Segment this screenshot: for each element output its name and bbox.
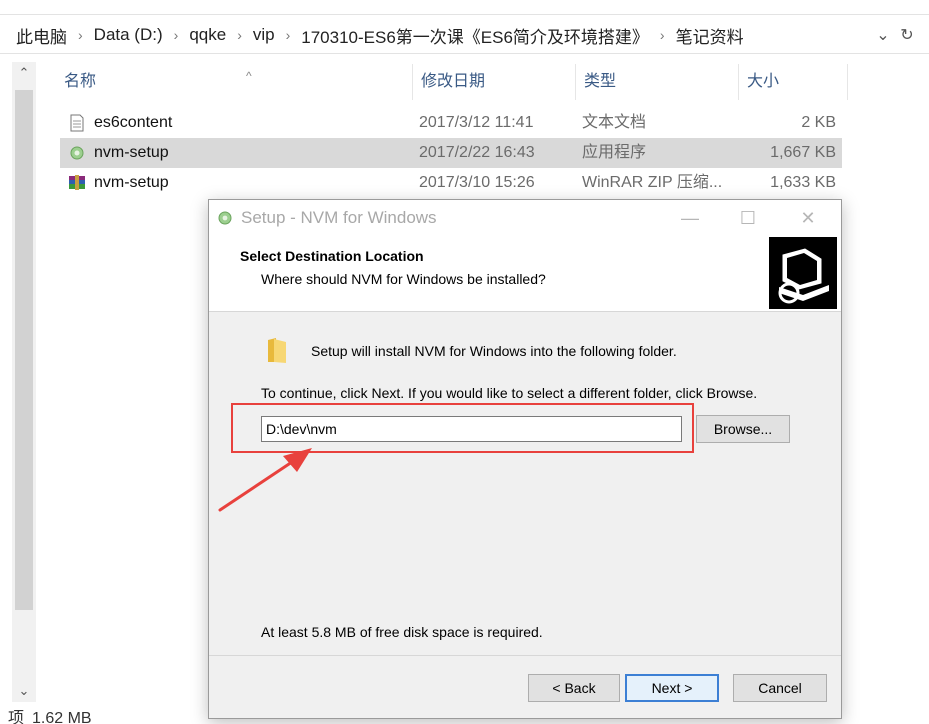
dialog-title-bar[interactable]: Setup - NVM for Windows — ☐ ✕ — [209, 200, 841, 236]
column-header-type-label: 类型 — [584, 73, 617, 90]
cancel-button[interactable]: Cancel — [733, 674, 827, 702]
setup-computer-icon — [769, 237, 837, 309]
breadcrumb-chevron-icon[interactable]: › — [167, 27, 186, 43]
breadcrumb-this-pc[interactable]: 此电脑 — [12, 23, 71, 48]
browse-button[interactable]: Browse... — [696, 415, 790, 443]
status-bar: 项 1.62 MB — [0, 704, 92, 724]
next-button[interactable]: Next > — [625, 674, 719, 702]
file-date: 2017/2/22 16:43 — [419, 144, 535, 161]
status-size: 1.62 MB — [32, 710, 92, 724]
file-name: nvm-setup — [94, 144, 169, 161]
dialog-title: Setup - NVM for Windows — [241, 208, 437, 227]
scrollbar-thumb[interactable] — [15, 90, 33, 610]
status-items-text: 项 — [8, 710, 25, 724]
minimize-icon[interactable]: — — [661, 200, 719, 236]
file-type: 应用程序 — [582, 144, 647, 161]
close-icon[interactable]: ✕ — [779, 200, 837, 236]
scroll-up-icon[interactable]: ⌃ — [12, 62, 36, 84]
file-type: 文本文档 — [582, 114, 647, 131]
column-header-type[interactable]: 类型 — [576, 64, 739, 100]
file-row[interactable]: nvm-setup 2017/2/22 16:43 应用程序 1,667 KB — [60, 138, 842, 168]
breadcrumb-drive-d[interactable]: Data (D:) — [90, 25, 167, 45]
file-size: 1,633 KB — [770, 174, 836, 191]
breadcrumb-qqke[interactable]: qqke — [185, 25, 230, 45]
vertical-scrollbar[interactable]: ⌃ ⌄ — [12, 62, 36, 702]
disk-space-text: At least 5.8 MB of free disk space is re… — [261, 624, 543, 640]
address-bar[interactable]: 此电脑 › Data (D:) › qqke › vip › 170310-ES… — [0, 14, 929, 54]
breadcrumb-chevron-icon[interactable]: › — [230, 27, 249, 43]
breadcrumb-vip[interactable]: vip — [249, 25, 279, 45]
annotation-arrow-icon — [218, 448, 312, 512]
back-button[interactable]: < Back — [528, 674, 620, 702]
refresh-icon[interactable]: ↻ — [896, 23, 918, 47]
nvm-setup-icon — [70, 146, 84, 160]
header-title: Select Destination Location — [240, 248, 424, 264]
breadcrumb-chevron-icon[interactable]: › — [653, 27, 672, 43]
column-header-name-label: 名称 — [64, 73, 97, 90]
breadcrumb-chevron-icon[interactable]: › — [279, 27, 298, 43]
breadcrumb-course-folder[interactable]: 170310-ES6第一次课《ES6简介及环境搭建》 — [297, 23, 653, 48]
header-subtitle: Where should NVM for Windows be installe… — [261, 271, 546, 287]
file-name: es6content — [94, 114, 173, 131]
breadcrumb-chevron-icon[interactable]: › — [71, 27, 90, 43]
file-date: 2017/3/10 15:26 — [419, 174, 535, 191]
continue-instructions-text: To continue, click Next. If you would li… — [261, 385, 758, 401]
file-row[interactable]: es6content 2017/3/12 11:41 文本文档 2 KB — [60, 108, 842, 138]
sort-ascending-icon: ^ — [246, 69, 252, 83]
dialog-header: Select Destination Location Where should… — [209, 236, 841, 312]
column-header-date-label: 修改日期 — [421, 73, 486, 90]
file-date: 2017/3/12 11:41 — [419, 114, 534, 131]
maximize-icon[interactable]: ☐ — [719, 200, 777, 236]
button-area-divider — [209, 655, 841, 656]
column-header-size[interactable]: 大小 — [739, 64, 848, 100]
history-dropdown-icon[interactable]: ⌄ — [872, 23, 894, 47]
column-headers: 名称 ^ 修改日期 类型 大小 — [36, 64, 848, 100]
breadcrumb-notes-folder[interactable]: 笔记资料 — [672, 23, 748, 48]
file-type: WinRAR ZIP 压缩... — [582, 174, 723, 191]
nvm-app-icon — [218, 211, 232, 225]
winrar-archive-icon — [69, 175, 85, 190]
scroll-down-icon[interactable]: ⌄ — [12, 680, 36, 702]
breadcrumb: 此电脑 › Data (D:) › qqke › vip › 170310-ES… — [12, 15, 748, 55]
folder-icon — [268, 338, 286, 363]
file-name: nvm-setup — [94, 174, 169, 191]
file-row[interactable]: nvm-setup 2017/3/10 15:26 WinRAR ZIP 压缩.… — [60, 168, 842, 198]
column-header-date[interactable]: 修改日期 — [413, 64, 576, 100]
install-folder-text: Setup will install NVM for Windows into … — [311, 343, 677, 359]
file-size: 1,667 KB — [770, 144, 836, 161]
text-document-icon — [70, 114, 84, 132]
column-header-size-label: 大小 — [747, 73, 780, 90]
file-size: 2 KB — [801, 114, 836, 131]
column-header-name[interactable]: 名称 ^ — [56, 64, 413, 100]
